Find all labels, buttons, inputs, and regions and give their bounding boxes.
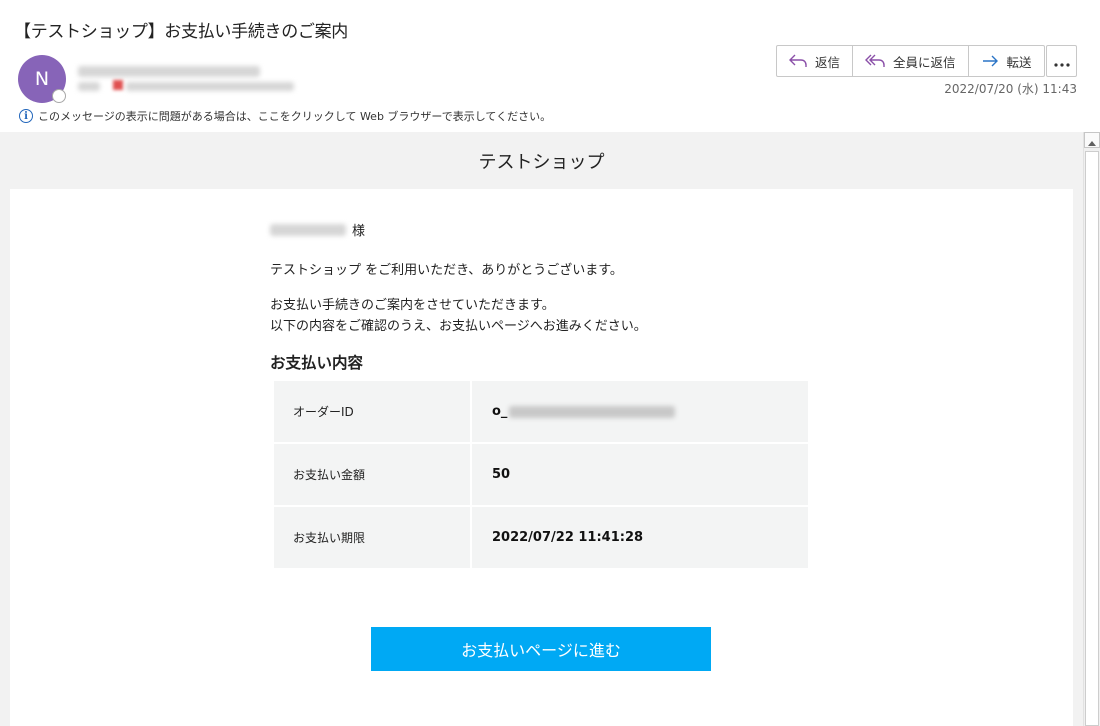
payment-details-title: お支払い内容: [270, 354, 364, 372]
order-id-label: オーダーID: [274, 381, 470, 442]
table-row: オーダーID o_: [274, 381, 808, 442]
due-date-label: お支払い期限: [274, 507, 470, 568]
forward-label: 転送: [1006, 54, 1032, 70]
table-row: お支払い金額 50: [274, 444, 808, 505]
amount-value: 50: [472, 444, 808, 505]
recipient-flag-icon: [113, 80, 123, 90]
order-id-value: o_: [472, 381, 808, 442]
table-row: お支払い期限 2022/07/22 11:41:28: [274, 507, 808, 568]
message-card: 様 テストショップ をご利用いただき、ありがとうございます。 お支払い手続きのご…: [10, 189, 1073, 726]
order-id-redacted: [509, 405, 676, 418]
info-icon: i: [19, 109, 33, 123]
scrollbar-thumb[interactable]: [1085, 151, 1099, 726]
salutation: 様: [270, 220, 365, 239]
reply-all-icon: [865, 54, 885, 68]
presence-status-icon: [52, 89, 66, 103]
order-id-prefix: o_: [492, 404, 508, 419]
shop-name-header: テストショップ: [478, 151, 605, 173]
reply-all-button[interactable]: 全員に返信: [853, 46, 969, 76]
reply-all-label: 全員に返信: [893, 54, 956, 70]
message-actions-toolbar: 返信 全員に返信 転送: [776, 45, 1045, 77]
recipient-address-redacted: [126, 82, 294, 91]
recipient-label-redacted: [78, 82, 100, 91]
message-body: テストショップ 様 テストショップ をご利用いただき、ありがとうございます。 お…: [0, 132, 1083, 726]
scroll-up-button[interactable]: [1084, 132, 1100, 148]
proceed-to-payment-button[interactable]: お支払いページに進む: [371, 627, 711, 671]
more-options-icon: [1053, 52, 1070, 71]
intro-paragraph: お支払い手続きのご案内をさせていただきます。 以下の内容をご確認のうえ、お支払い…: [270, 295, 647, 337]
due-date-value: 2022/07/22 11:41:28: [472, 507, 808, 568]
info-bar-text[interactable]: このメッセージの表示に問題がある場合は、ここをクリックして Web ブラウザーで…: [38, 108, 551, 124]
amount-label: お支払い金額: [274, 444, 470, 505]
received-date: 2022/07/20 (水) 11:43: [944, 82, 1077, 96]
customer-name-redacted: [270, 223, 346, 236]
payment-details-table: オーダーID o_ お支払い金額 50 お支払い期限 2022/07/22 11…: [272, 379, 810, 570]
sender-name-redacted: [78, 66, 260, 77]
avatar-initial: N: [34, 68, 50, 90]
reply-button[interactable]: 返信: [777, 46, 854, 76]
more-options-button[interactable]: [1046, 45, 1077, 77]
reply-label: 返信: [815, 54, 841, 70]
reply-icon: [789, 54, 807, 68]
info-bar[interactable]: i このメッセージの表示に問題がある場合は、ここをクリックして Web ブラウザ…: [19, 108, 551, 124]
intro-line-1: お支払い手続きのご案内をさせていただきます。: [270, 298, 555, 313]
salutation-suffix: 様: [352, 224, 366, 239]
vertical-scrollbar[interactable]: [1083, 132, 1100, 726]
thanks-paragraph: テストショップ をご利用いただき、ありがとうございます。: [270, 263, 623, 278]
scroll-up-icon: [1088, 131, 1096, 150]
email-subject: 【テストショップ】お支払い手続きのご案内: [14, 22, 348, 42]
intro-line-2: 以下の内容をご確認のうえ、お支払いページへお進みください。: [270, 319, 647, 334]
forward-button[interactable]: 転送: [969, 46, 1044, 76]
forward-icon: [981, 54, 999, 68]
